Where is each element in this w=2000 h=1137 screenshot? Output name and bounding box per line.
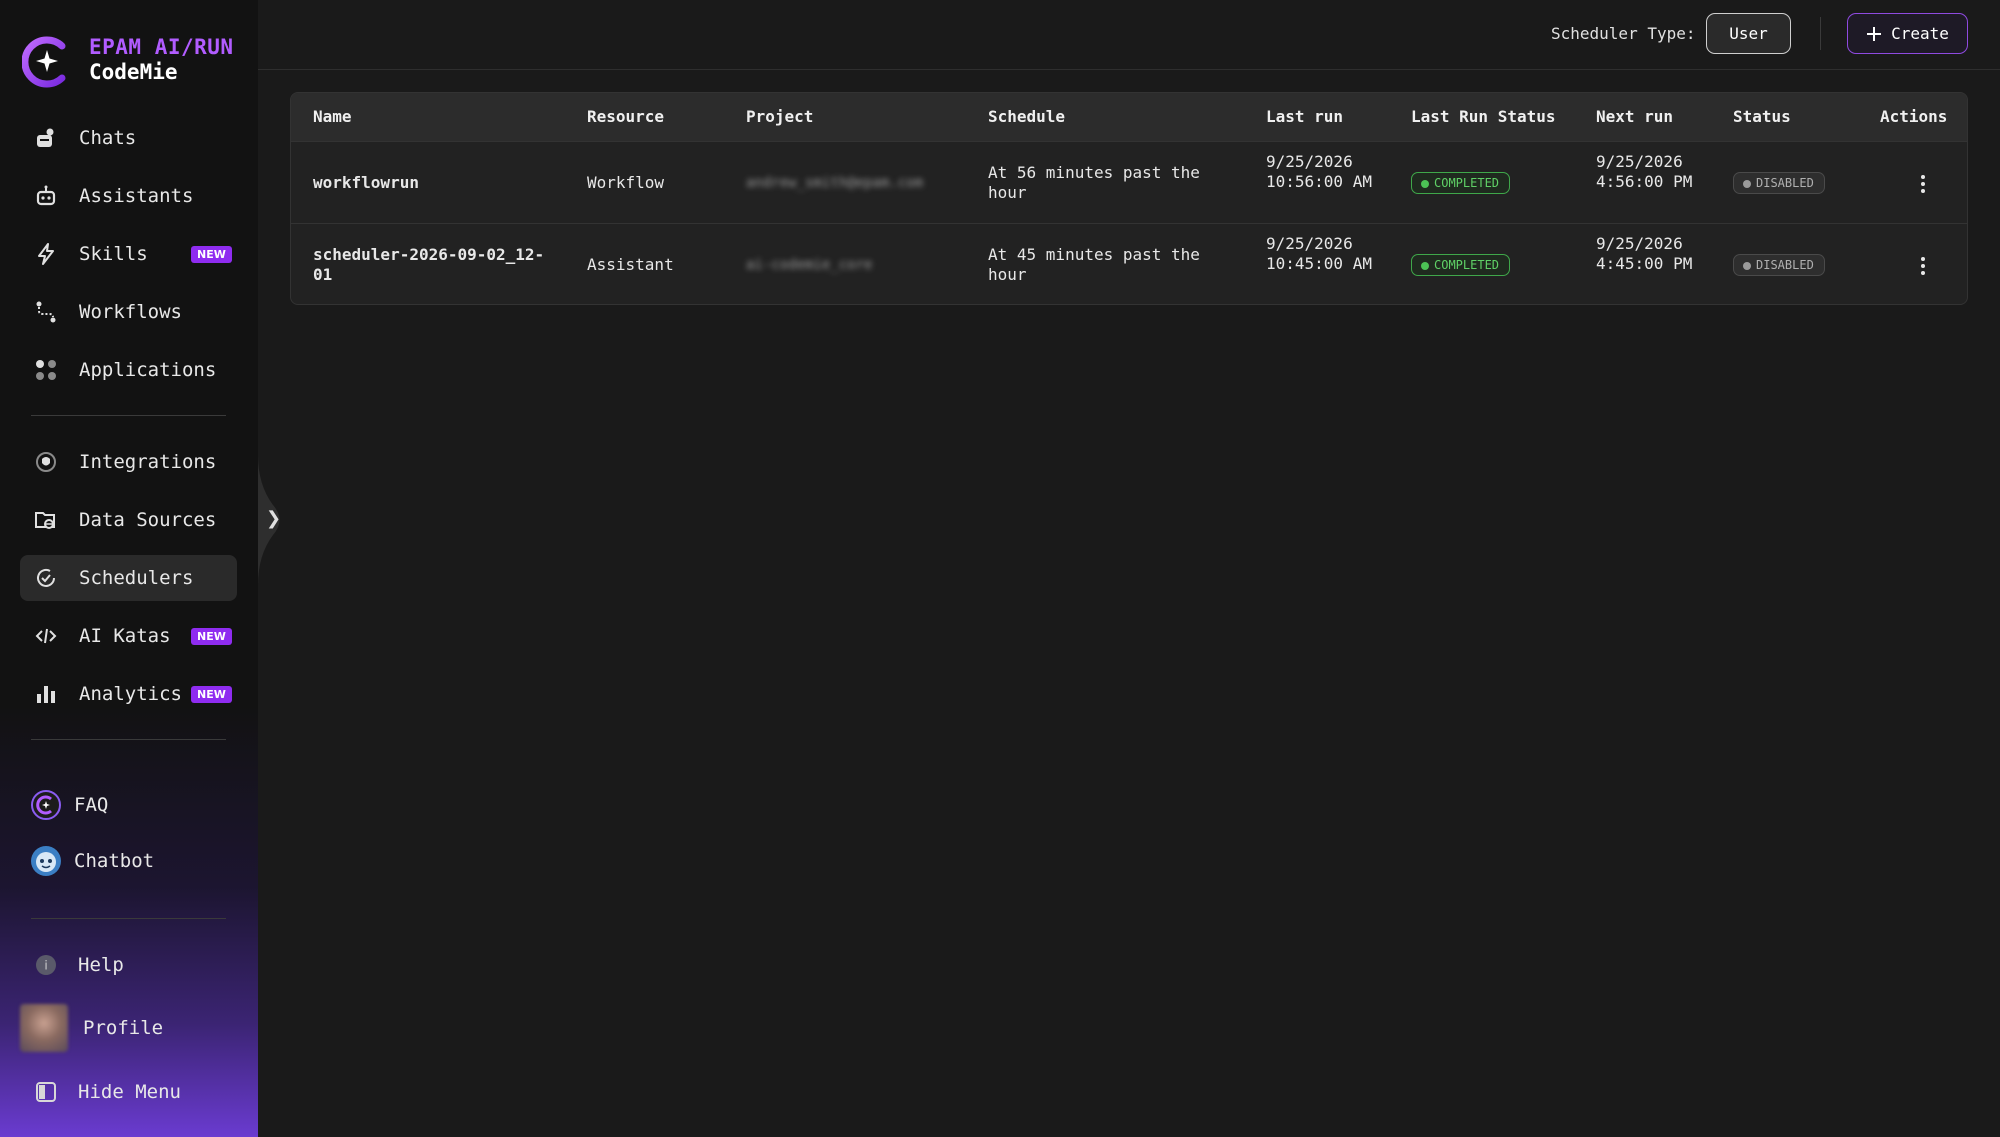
schedulers-table: Name Resource Project Schedule Last run … — [290, 92, 1968, 305]
avatar — [20, 1004, 68, 1052]
table-header: Name Resource Project Schedule Last run … — [291, 93, 1967, 141]
column-header-schedule[interactable]: Schedule — [988, 107, 1065, 126]
scheduler-icon — [33, 565, 59, 591]
brand-title: EPAM AI/RUN — [89, 35, 234, 59]
sidebar-item-faq[interactable]: FAQ — [30, 789, 108, 821]
last-run-time: 9/25/2026 10:45:00 AM — [1266, 234, 1372, 273]
sidebar-item-applications[interactable]: Applications — [20, 347, 237, 393]
faq-icon — [30, 789, 62, 821]
integrations-icon — [33, 449, 59, 475]
sidebar-item-skills[interactable]: Skills NEW — [20, 231, 237, 277]
sidebar-item-schedulers[interactable]: Schedulers — [20, 555, 237, 601]
sidebar-item-label: Skills — [79, 243, 148, 265]
project-name: ai-codemie_core — [746, 257, 873, 273]
lightning-icon — [33, 241, 59, 267]
code-icon — [33, 623, 59, 649]
sidebar-item-chatbot[interactable]: Chatbot — [30, 845, 154, 877]
new-badge: NEW — [191, 685, 232, 703]
next-run-time: 9/25/2026 4:56:00 PM — [1596, 152, 1693, 191]
column-header-last-run-status[interactable]: Last Run Status — [1411, 107, 1556, 126]
info-icon: i — [34, 953, 58, 977]
sidebar: EPAM AI/RUN CodeMie Chats Assistants Ski… — [0, 0, 258, 1137]
schedule-text: At 56 minutes past the hour — [988, 163, 1200, 202]
table-row[interactable]: scheduler-2026-09-02_12-01 Assistant ai-… — [291, 223, 1967, 304]
next-run-time: 9/25/2026 4:45:00 PM — [1596, 234, 1693, 273]
sidebar-item-assistants[interactable]: Assistants — [20, 173, 237, 219]
sidebar-item-label: Integrations — [79, 451, 217, 473]
sidebar-item-label: FAQ — [74, 794, 109, 816]
new-badge: NEW — [191, 245, 232, 263]
chevron-right-icon[interactable]: ❯ — [266, 508, 281, 529]
column-header-resource[interactable]: Resource — [587, 107, 664, 126]
table-row[interactable]: workflowrun Workflow andrew_smith@epam.c… — [291, 141, 1967, 223]
bar-chart-icon — [33, 681, 59, 707]
scheduler-type-label: Scheduler Type: — [1551, 24, 1696, 43]
resource-type: Workflow — [587, 173, 665, 192]
apps-icon — [33, 357, 59, 383]
divider — [31, 415, 226, 416]
chatbot-icon — [30, 845, 62, 877]
sidebar-item-label: Profile — [83, 1017, 164, 1039]
last-run-status-badge: COMPLETED — [1411, 254, 1511, 276]
column-header-status[interactable]: Status — [1733, 107, 1791, 126]
divider — [1820, 17, 1821, 50]
sidebar-item-help[interactable]: i Help — [34, 953, 124, 977]
schedule-text: At 45 minutes past the hour — [988, 245, 1200, 284]
sidebar-item-label: Workflows — [79, 301, 182, 323]
sidebar-item-chats[interactable]: Chats — [20, 115, 237, 161]
sidebar-item-label: Schedulers — [79, 567, 194, 589]
sidebar-item-label: Help — [78, 954, 124, 976]
scheduler-type-select[interactable]: User — [1706, 13, 1791, 54]
sidebar-item-label: Chatbot — [74, 850, 155, 872]
hide-menu-icon — [34, 1080, 58, 1104]
robot-icon — [33, 183, 59, 209]
data-sources-icon — [33, 507, 59, 533]
scheduler-name[interactable]: scheduler-2026-09-02_12-01 — [313, 245, 558, 285]
divider — [31, 918, 226, 919]
project-name: andrew_smith@epam.com — [746, 175, 924, 191]
workflow-icon — [33, 299, 59, 325]
column-header-next-run[interactable]: Next run — [1596, 107, 1673, 126]
sidebar-item-data-sources[interactable]: Data Sources — [20, 497, 237, 543]
sidebar-item-label: Assistants — [79, 185, 194, 207]
scheduler-name[interactable]: workflowrun — [313, 173, 553, 193]
status-badge: DISABLED — [1733, 172, 1825, 194]
hide-menu-button[interactable]: Hide Menu — [34, 1080, 181, 1104]
chats-icon — [33, 125, 59, 151]
sidebar-item-integrations[interactable]: Integrations — [20, 439, 237, 485]
sidebar-item-label: AI Katas — [79, 625, 171, 647]
sidebar-item-analytics[interactable]: Analytics NEW — [20, 671, 237, 717]
column-header-project[interactable]: Project — [746, 107, 813, 126]
divider — [31, 739, 226, 740]
sidebar-item-workflows[interactable]: Workflows — [20, 289, 237, 335]
sidebar-item-ai-katas[interactable]: AI Katas NEW — [20, 613, 237, 659]
last-run-time: 9/25/2026 10:56:00 AM — [1266, 152, 1372, 191]
column-header-actions: Actions — [1880, 107, 1948, 126]
column-header-last-run[interactable]: Last run — [1266, 107, 1343, 126]
sidebar-item-label: Analytics — [79, 683, 182, 705]
column-header-name[interactable]: Name — [313, 107, 352, 126]
sidebar-item-profile[interactable]: Profile — [20, 1004, 163, 1052]
brand-subtitle: CodeMie — [89, 60, 178, 84]
sidebar-item-label: Chats — [79, 127, 137, 149]
status-badge: DISABLED — [1733, 254, 1825, 276]
more-actions-icon[interactable] — [1913, 254, 1933, 278]
create-button[interactable]: Create — [1847, 13, 1968, 54]
sidebar-item-label: Data Sources — [79, 509, 217, 531]
new-badge: NEW — [191, 627, 232, 645]
sidebar-item-label: Hide Menu — [78, 1081, 181, 1103]
plus-icon — [1866, 26, 1882, 42]
more-actions-icon[interactable] — [1913, 172, 1933, 196]
last-run-status-badge: COMPLETED — [1411, 172, 1511, 194]
create-button-label: Create — [1891, 24, 1949, 43]
codemie-logo-icon[interactable] — [22, 34, 70, 88]
svg-text:i: i — [44, 959, 47, 973]
resource-type: Assistant — [587, 255, 674, 274]
sidebar-item-label: Applications — [79, 359, 217, 381]
